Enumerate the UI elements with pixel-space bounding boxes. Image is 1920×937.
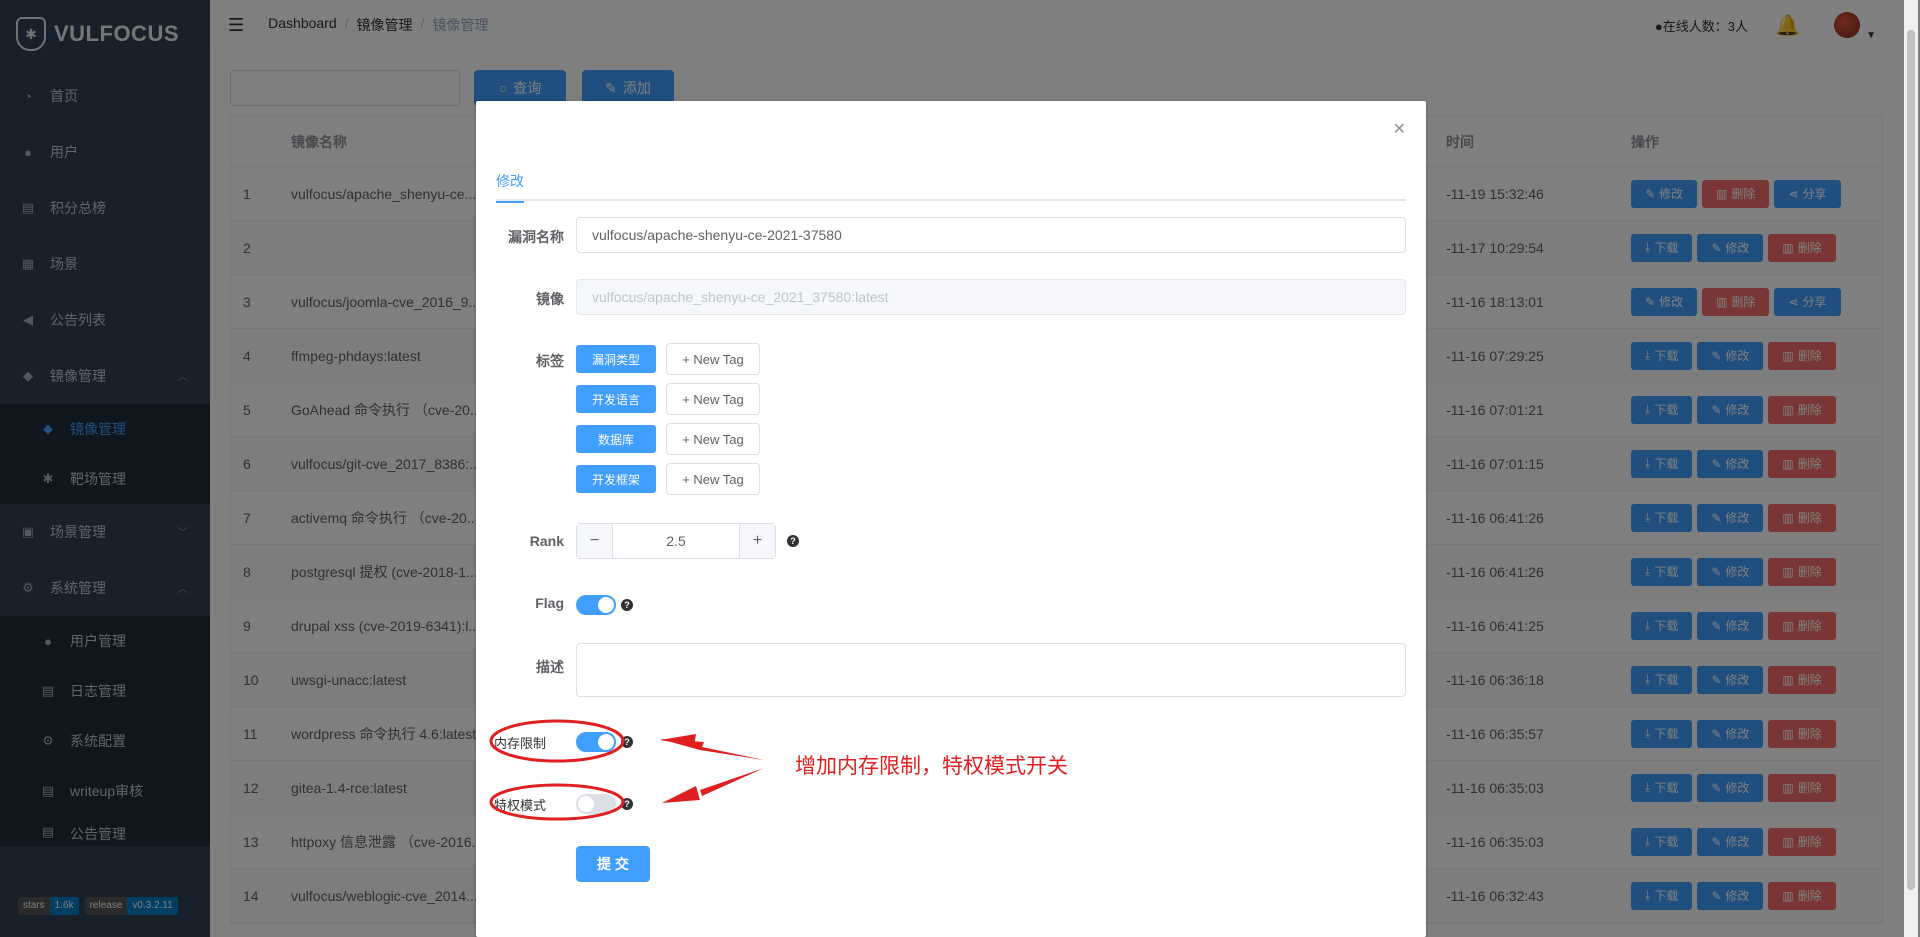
annotation-circle-privileged: [489, 783, 625, 821]
annotation-circle-memory: [489, 719, 625, 763]
red-annotation: [489, 719, 764, 821]
annotation-arrow-privileged: [700, 768, 764, 796]
annotation-text: 增加内存限制，特权模式开关: [795, 755, 1068, 778]
annotation-arrowhead-privileged: [662, 786, 700, 803]
annotation-arrowhead-memory: [660, 734, 696, 746]
